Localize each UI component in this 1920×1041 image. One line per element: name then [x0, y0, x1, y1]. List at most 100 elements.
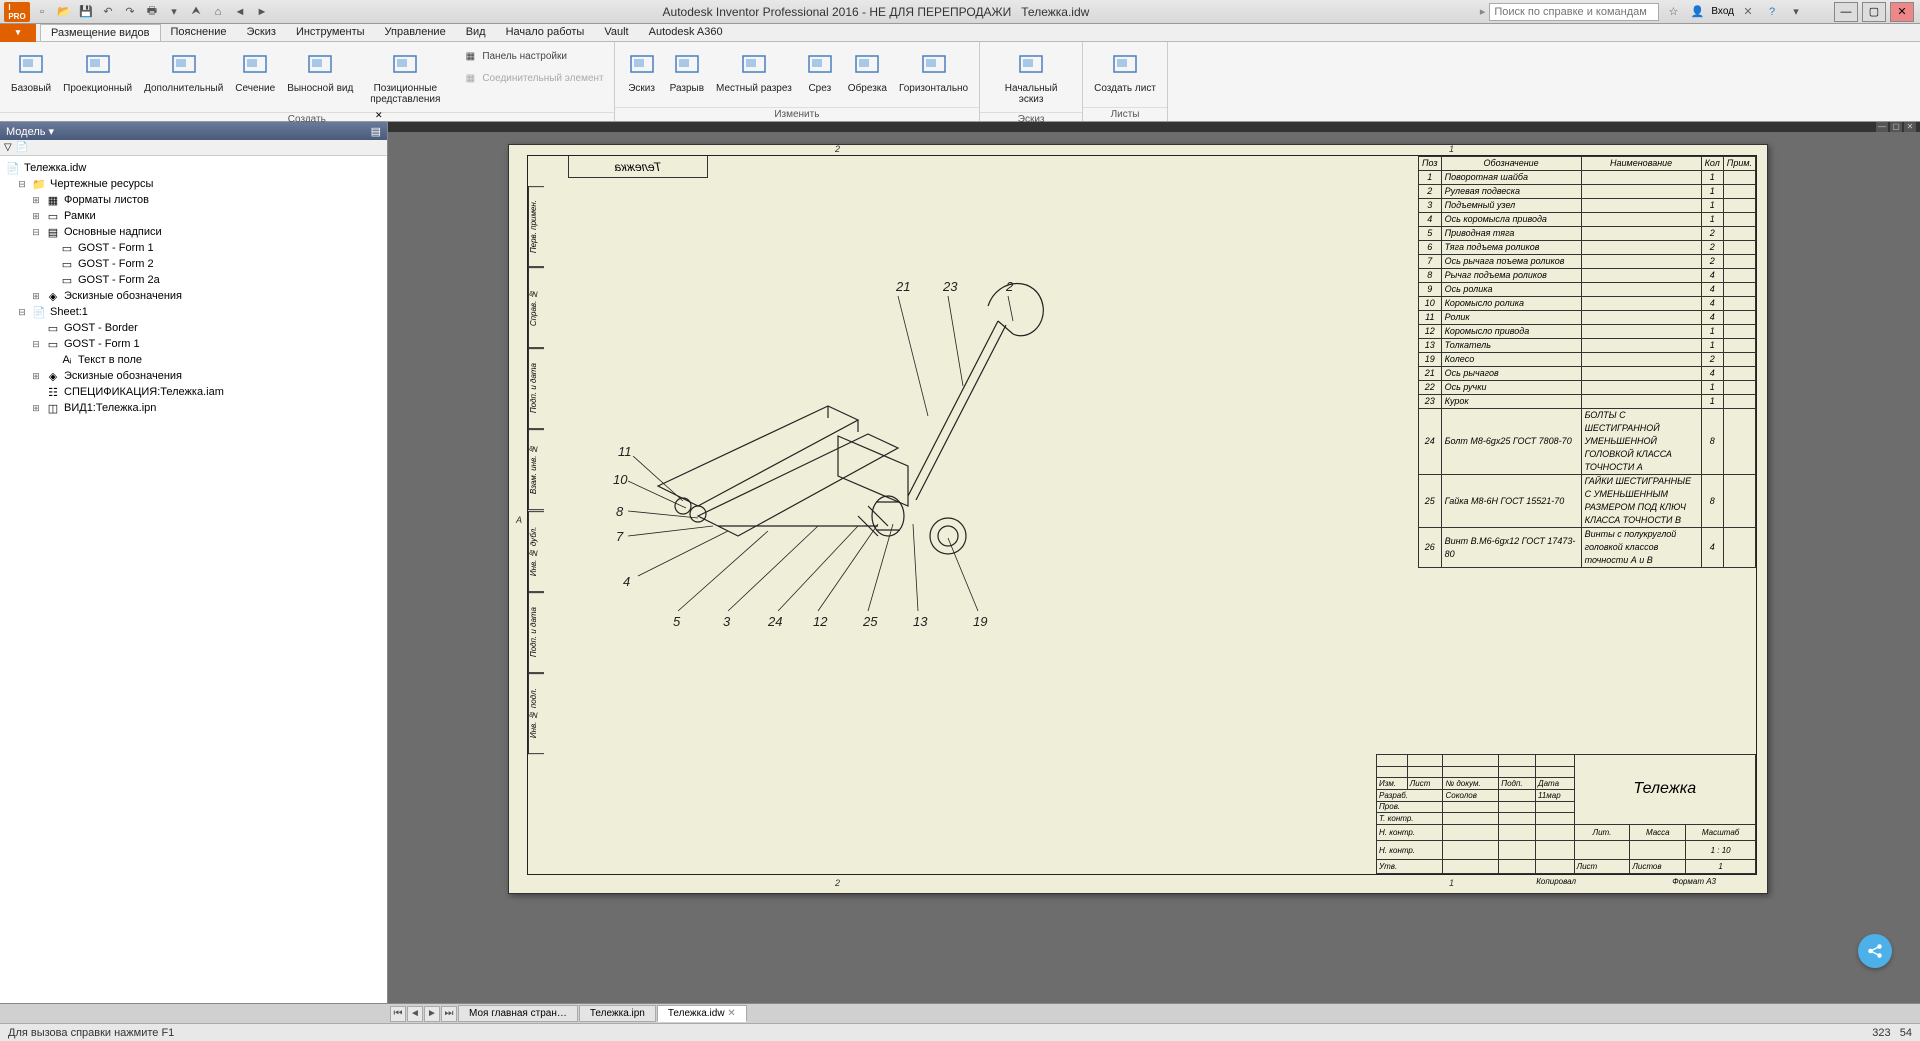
ribbon-btn-horizontal[interactable]: Горизонтально [894, 46, 973, 97]
tree-toggle-icon[interactable]: ⊞ [30, 403, 42, 414]
qat-back-icon[interactable]: ◄ [230, 2, 250, 22]
view-restore-icon[interactable]: ▢ [1890, 122, 1902, 132]
tree-node-7[interactable]: ⊞◈Эскизные обозначения [2, 288, 385, 304]
tree-toggle-icon[interactable]: ⊞ [30, 291, 42, 302]
qat-dropdown-icon[interactable]: ▾ [164, 2, 184, 22]
ribbon-btn-breakout[interactable]: Местный разрез [711, 46, 797, 97]
menu-tab-3[interactable]: Инструменты [286, 24, 375, 41]
view-minimize-icon[interactable]: — [1876, 122, 1888, 132]
parts-row: 5Приводная тяга2 [1419, 227, 1756, 241]
maximize-button[interactable]: ▢ [1862, 2, 1886, 22]
window-title: Autodesk Inventor Professional 2016 - НЕ… [272, 5, 1480, 19]
drawing-sheet[interactable]: Тележка Перв. примен.Справ. №Подп. и дат… [508, 144, 1768, 894]
signin-icon[interactable]: 👤 [1687, 2, 1707, 22]
ribbon-btn-slice[interactable]: Срез [799, 46, 841, 97]
drawing-canvas[interactable]: — ▢ ✕ Тележка Перв. примен.Справ. №Подп.… [388, 122, 1920, 1003]
tree-node-10[interactable]: ⊟▭GOST - Form 1 [2, 336, 385, 352]
tree-node-4[interactable]: ▭GOST - Form 1 [2, 240, 385, 256]
tree-node-14[interactable]: ⊞◫ВИД1:Тележка.ipn [2, 400, 385, 416]
tab-nav-next-icon[interactable]: ► [424, 1006, 440, 1022]
base-view-icon [15, 49, 47, 81]
tree-node-8[interactable]: ⊟📄Sheet:1 [2, 304, 385, 320]
ribbon-btn-start-sketch[interactable]: Начальный эскиз [986, 46, 1076, 108]
qat-undo-icon[interactable]: ↶ [98, 2, 118, 22]
tree-toggle-icon[interactable]: ⊟ [30, 227, 42, 238]
menu-tab-2[interactable]: Эскиз [237, 24, 286, 41]
help-icon[interactable]: ? [1762, 2, 1782, 22]
menu-tab-6[interactable]: Начало работы [496, 24, 595, 41]
menu-tab-4[interactable]: Управление [375, 24, 456, 41]
tree-root[interactable]: 📄 Тележка.idw [2, 160, 385, 176]
tab-close-icon[interactable]: ✕ [727, 1008, 735, 1019]
parts-row: 22Ось ручки1 [1419, 381, 1756, 395]
doc-tab-0[interactable]: Моя главная стран… [458, 1005, 578, 1022]
parts-row: 9Ось ролика4 [1419, 283, 1756, 297]
share-button[interactable] [1858, 934, 1892, 968]
exchange-icon[interactable]: ✕ [1738, 2, 1758, 22]
help-dropdown-icon[interactable]: ▾ [1786, 2, 1806, 22]
tab-nav-prev-icon[interactable]: ◄ [407, 1006, 423, 1022]
help-search-input[interactable] [1489, 3, 1659, 21]
ribbon-btn-aux-view[interactable]: Дополнительный [139, 46, 228, 97]
ribbon-btn-crop[interactable]: Обрезка [843, 46, 892, 97]
tree-toggle-icon[interactable]: ⊟ [30, 339, 42, 350]
tree-node-0[interactable]: ⊟📁Чертежные ресурсы [2, 176, 385, 192]
ribbon-btn-nailboard[interactable]: ▦Панель настройки [458, 46, 607, 66]
qat-redo-icon[interactable]: ↷ [120, 2, 140, 22]
tree-toggle-icon[interactable]: ⊟ [16, 307, 28, 318]
breakout-icon [738, 49, 770, 81]
tree-toggle-icon[interactable]: ⊞ [30, 195, 42, 206]
ribbon-btn-break[interactable]: Разрыв [665, 46, 709, 97]
view-close-icon[interactable]: ✕ [1904, 122, 1916, 132]
horizontal-icon [918, 49, 950, 81]
tree-node-13[interactable]: ☷СПЕЦИФИКАЦИЯ:Тележка.iam [2, 384, 385, 400]
signin-label[interactable]: Вход [1711, 6, 1734, 17]
tree-node-12[interactable]: ⊞◈Эскизные обозначения [2, 368, 385, 384]
qat-fwd-icon[interactable]: ► [252, 2, 272, 22]
svg-text:7: 7 [616, 529, 624, 544]
ribbon-btn-sketch[interactable]: Эскиз [621, 46, 663, 97]
ribbon-btn-overlay-view[interactable]: Позиционные представления [360, 46, 450, 108]
qat-save-icon[interactable]: 💾 [76, 2, 96, 22]
tree-node-6[interactable]: ▭GOST - Form 2a [2, 272, 385, 288]
menu-tab-7[interactable]: Vault [594, 24, 638, 41]
qat-open-icon[interactable]: 📂 [54, 2, 74, 22]
doc-tab-2[interactable]: Тележка.idw ✕ [657, 1005, 747, 1022]
qat-new-icon[interactable]: ▫ [32, 2, 52, 22]
menu-tab-1[interactable]: Пояснение [161, 24, 237, 41]
tab-nav-last-icon[interactable]: ⏭ [441, 1006, 457, 1022]
tree-node-1[interactable]: ⊞▦Форматы листов [2, 192, 385, 208]
qat-print-icon[interactable]: 🖶 [142, 2, 162, 22]
doc-tab-1[interactable]: Тележка.ipn [579, 1005, 656, 1022]
tree-node-5[interactable]: ▭GOST - Form 2 [2, 256, 385, 272]
close-button[interactable]: ✕ [1890, 2, 1914, 22]
ribbon-btn-detail-view[interactable]: Выносной вид [282, 46, 358, 97]
ribbon-btn-new-sheet[interactable]: Создать лист [1089, 46, 1161, 97]
panel-close-icon[interactable]: ✕ [375, 110, 385, 120]
menu-tab-8[interactable]: Autodesk A360 [639, 24, 733, 41]
app-icon[interactable]: IPRO [4, 2, 30, 22]
ribbon-btn-base-view[interactable]: Базовый [6, 46, 56, 97]
tree-toggle-icon[interactable]: ⊟ [16, 179, 28, 190]
tab-nav-first-icon[interactable]: ⏮ [390, 1006, 406, 1022]
infocenter-icon[interactable]: ☆ [1663, 2, 1683, 22]
menu-tab-5[interactable]: Вид [456, 24, 496, 41]
tree-toggle-icon[interactable]: ⊞ [30, 371, 42, 382]
menu-tab-0[interactable]: Размещение видов [40, 24, 161, 41]
projected-view-icon [82, 49, 114, 81]
minimize-button[interactable]: — [1834, 2, 1858, 22]
file-menu-button[interactable]: ▾ [0, 24, 36, 42]
tree-toggle-icon[interactable]: ⊞ [30, 211, 42, 222]
qat-home-icon[interactable]: ⌂ [208, 2, 228, 22]
browser-menu-icon[interactable]: ▤ [371, 125, 381, 138]
tree-node-11[interactable]: AᵢТекст в поле [2, 352, 385, 368]
drawing-view[interactable]: 21 23 2 11 10 8 7 4 5 3 24 12 25 13 [568, 206, 1068, 706]
ribbon-btn-projected-view[interactable]: Проекционный [58, 46, 137, 97]
tree-node-2[interactable]: ⊞▭Рамки [2, 208, 385, 224]
qat-up-icon[interactable]: ⮝ [186, 2, 206, 22]
tree-node-9[interactable]: ▭GOST - Border [2, 320, 385, 336]
ribbon-btn-section-view[interactable]: Сечение [230, 46, 280, 97]
tree-node-3[interactable]: ⊟▤Основные надписи [2, 224, 385, 240]
browser-filter-icon[interactable]: ▽ [4, 142, 12, 153]
browser-nav-icon[interactable]: 📄 [16, 142, 28, 153]
